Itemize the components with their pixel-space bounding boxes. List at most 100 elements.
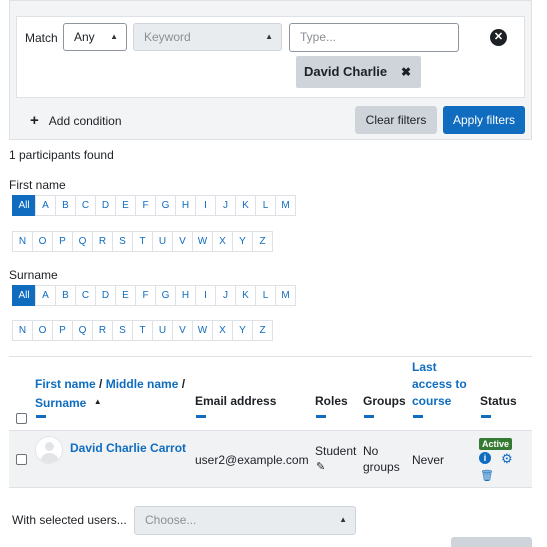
filter-type-select[interactable]: Keyword ▲ bbox=[133, 23, 282, 51]
filter-chip[interactable]: David Charlie ✖ bbox=[296, 56, 421, 88]
bulk-action-placeholder: Choose... bbox=[145, 513, 197, 527]
initial-letter[interactable]: T bbox=[132, 320, 153, 341]
initial-letter[interactable]: R bbox=[92, 231, 113, 252]
initial-letter[interactable]: K bbox=[235, 285, 256, 306]
collapse-column-icon[interactable] bbox=[316, 415, 326, 418]
initial-letter[interactable]: R bbox=[92, 320, 113, 341]
initial-letter[interactable]: W bbox=[192, 320, 213, 341]
initial-letter[interactable]: T bbox=[132, 231, 153, 252]
first-initial-bar-2: N O P Q R S T U V W X Y Z bbox=[12, 231, 273, 252]
initial-letter[interactable]: M bbox=[275, 285, 296, 306]
keyword-input[interactable]: Type... bbox=[289, 23, 459, 52]
initial-letter[interactable]: G bbox=[155, 195, 176, 216]
initial-letter[interactable]: X bbox=[212, 320, 233, 341]
initial-letter[interactable]: P bbox=[52, 320, 73, 341]
initial-letter[interactable]: X bbox=[212, 231, 233, 252]
match-select-value: Any bbox=[74, 30, 95, 44]
initial-letter[interactable]: U bbox=[152, 320, 173, 341]
initial-letter[interactable]: J bbox=[215, 285, 236, 306]
sort-surname-link[interactable]: Surname bbox=[35, 396, 86, 410]
initial-letter[interactable]: U bbox=[152, 231, 173, 252]
initial-letter[interactable]: H bbox=[175, 285, 196, 306]
participant-last-access: Never bbox=[412, 453, 445, 467]
clear-filters-button[interactable]: Clear filters bbox=[355, 106, 437, 134]
initial-letter[interactable]: D bbox=[95, 285, 116, 306]
initial-letter[interactable]: N bbox=[12, 320, 33, 341]
initial-all[interactable]: All bbox=[12, 285, 36, 306]
initial-letter[interactable]: P bbox=[52, 231, 73, 252]
gear-icon[interactable]: ⚙ bbox=[501, 451, 513, 467]
initial-letter[interactable]: E bbox=[115, 195, 136, 216]
collapse-column-icon[interactable] bbox=[36, 415, 46, 418]
col-header-groups: Groups bbox=[363, 394, 406, 408]
initial-letter[interactable]: M bbox=[275, 195, 296, 216]
initial-letter[interactable]: D bbox=[95, 195, 116, 216]
table-top-border bbox=[9, 356, 532, 357]
col-header-name: First name / Middle name / Surname ▲ bbox=[35, 376, 195, 412]
collapse-column-icon[interactable] bbox=[413, 415, 423, 418]
initial-letter[interactable]: I bbox=[195, 195, 216, 216]
info-icon[interactable]: i bbox=[479, 452, 491, 464]
filter-chip-label: David Charlie bbox=[304, 64, 388, 79]
sort-first-name-link[interactable]: First name bbox=[35, 377, 96, 391]
initial-letter[interactable]: L bbox=[255, 285, 276, 306]
collapse-column-icon[interactable] bbox=[481, 415, 491, 418]
initial-letter[interactable]: A bbox=[35, 195, 56, 216]
initial-letter[interactable]: C bbox=[75, 195, 96, 216]
initial-letter[interactable]: A bbox=[35, 285, 56, 306]
first-initial-bar-1: All A B C D E F G H I J K L M bbox=[12, 195, 296, 216]
select-all-checkbox[interactable] bbox=[16, 413, 27, 424]
initial-letter[interactable]: V bbox=[172, 320, 193, 341]
initial-letter[interactable]: L bbox=[255, 195, 276, 216]
apply-filters-button[interactable]: Apply filters bbox=[443, 106, 525, 134]
close-circle-icon[interactable]: ✕ bbox=[490, 29, 507, 46]
initial-letter[interactable]: I bbox=[195, 285, 216, 306]
partial-button[interactable] bbox=[451, 537, 532, 547]
initial-letter[interactable]: F bbox=[135, 285, 156, 306]
times-icon[interactable]: ✖ bbox=[401, 56, 411, 88]
col-header-last-access[interactable]: Last access to course bbox=[412, 359, 474, 410]
participants-found: 1 participants found bbox=[9, 148, 114, 162]
initial-letter[interactable]: Y bbox=[232, 320, 253, 341]
trash-icon[interactable]: 🗑 bbox=[480, 469, 494, 482]
sort-middle-name-link[interactable]: Middle name bbox=[106, 377, 179, 391]
bulk-action-select[interactable]: Choose... ▲ bbox=[134, 506, 356, 535]
participant-email: user2@example.com bbox=[195, 453, 309, 467]
initial-letter[interactable]: Q bbox=[72, 320, 93, 341]
first-name-label: First name bbox=[9, 178, 66, 192]
initial-letter[interactable]: J bbox=[215, 195, 236, 216]
initial-letter[interactable]: Y bbox=[232, 231, 253, 252]
initial-letter[interactable]: S bbox=[112, 320, 133, 341]
initial-letter[interactable]: C bbox=[75, 285, 96, 306]
initial-letter[interactable]: O bbox=[32, 320, 53, 341]
row-checkbox[interactable] bbox=[16, 454, 27, 465]
initial-letter[interactable]: W bbox=[192, 231, 213, 252]
col-header-email[interactable]: Email address bbox=[195, 393, 276, 410]
plus-icon: + bbox=[30, 112, 39, 129]
pencil-icon[interactable]: ✎ bbox=[316, 460, 325, 473]
initial-letter[interactable]: O bbox=[32, 231, 53, 252]
initial-letter[interactable]: Q bbox=[72, 231, 93, 252]
initial-letter[interactable]: Z bbox=[252, 320, 273, 341]
initial-letter[interactable]: E bbox=[115, 285, 136, 306]
participant-name-link[interactable]: David Charlie Carrot bbox=[70, 440, 186, 456]
initial-letter[interactable]: K bbox=[235, 195, 256, 216]
initial-all[interactable]: All bbox=[12, 195, 36, 216]
initial-letter[interactable]: F bbox=[135, 195, 156, 216]
initial-letter[interactable]: G bbox=[155, 285, 176, 306]
collapse-column-icon[interactable] bbox=[364, 415, 374, 418]
initial-letter[interactable]: H bbox=[175, 195, 196, 216]
initial-letter[interactable]: Z bbox=[252, 231, 273, 252]
collapse-column-icon[interactable] bbox=[196, 415, 206, 418]
add-condition-button[interactable]: + Add condition bbox=[30, 112, 122, 129]
initial-letter[interactable]: N bbox=[12, 231, 33, 252]
initial-letter[interactable]: B bbox=[55, 285, 76, 306]
initial-letter[interactable]: V bbox=[172, 231, 193, 252]
surname-label: Surname bbox=[9, 268, 58, 282]
match-select[interactable]: Any ▲ bbox=[63, 23, 127, 51]
initial-letter[interactable]: B bbox=[55, 195, 76, 216]
status-badge: Active bbox=[479, 438, 513, 450]
participant-groups: No groups bbox=[363, 444, 400, 474]
initial-letter[interactable]: S bbox=[112, 231, 133, 252]
surname-initial-bar-2: N O P Q R S T U V W X Y Z bbox=[12, 320, 273, 341]
